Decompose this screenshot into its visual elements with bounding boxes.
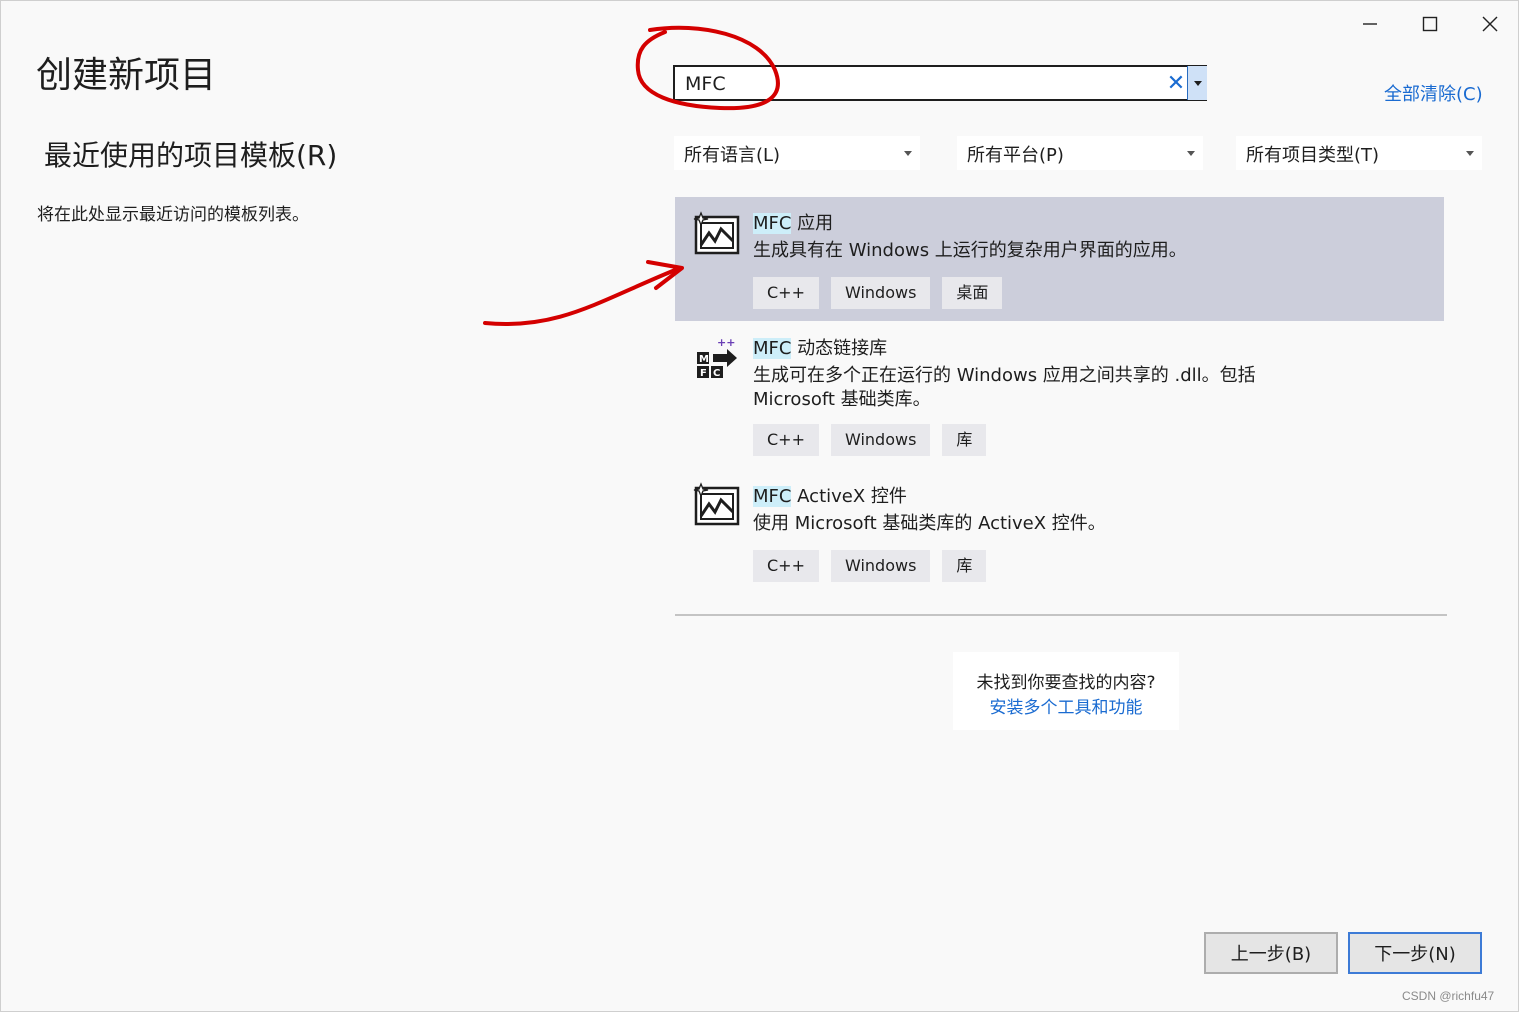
- chevron-down-icon: [1193, 80, 1202, 86]
- template-item-mfc-activex[interactable]: MFC ActiveX 控件 使用 Microsoft 基础类库的 Active…: [675, 470, 1444, 590]
- svg-text:++: ++: [717, 336, 735, 349]
- chevron-down-icon: [904, 151, 912, 156]
- language-filter-label: 所有语言(L): [684, 145, 781, 166]
- close-button[interactable]: [1470, 8, 1510, 40]
- search-match-highlight: MFC: [753, 486, 792, 507]
- template-name: MFC ActiveX 控件: [753, 482, 907, 508]
- tag-language: C++: [753, 277, 819, 309]
- search-clear-icon[interactable]: ✕: [1166, 72, 1186, 96]
- install-tools-link[interactable]: 安装多个工具和功能: [953, 693, 1179, 718]
- close-icon: [1482, 16, 1498, 32]
- tag-platform: Windows: [830, 277, 931, 309]
- svg-text:F: F: [700, 368, 707, 379]
- results-divider: [675, 614, 1447, 616]
- back-button[interactable]: 上一步(B): [1204, 932, 1338, 974]
- tag-platform: Windows: [830, 550, 931, 582]
- template-item-mfc-dll[interactable]: ++ M F C MFC 动态链接库 生成可在多个正在运行的 Windows 应…: [675, 322, 1444, 466]
- svg-text:M: M: [699, 354, 709, 365]
- page-title: 创建新项目: [36, 55, 217, 96]
- template-description: 生成具有在 Windows 上运行的复杂用户界面的应用。: [753, 240, 1187, 261]
- tag-project-type: 桌面: [942, 277, 1003, 309]
- chevron-down-icon: [1187, 151, 1195, 156]
- recent-templates-heading: 最近使用的项目模板(R): [44, 139, 338, 172]
- tag-language: C++: [753, 424, 819, 456]
- template-name: MFC 动态链接库: [753, 334, 887, 360]
- tag-platform: Windows: [830, 424, 931, 456]
- annotation-arrow: [483, 266, 682, 326]
- template-description: 使用 Microsoft 基础类库的 ActiveX 控件。: [753, 513, 1106, 534]
- template-description: 生成可在多个正在运行的 Windows 应用之间共享的 .dll。包括 Micr…: [753, 365, 1256, 410]
- tag-language: C++: [753, 550, 819, 582]
- next-button[interactable]: 下一步(N): [1348, 932, 1482, 974]
- mfc-dll-icon: ++ M F C: [697, 336, 737, 379]
- search-input[interactable]: [685, 71, 1155, 97]
- not-found-question: 未找到你要查找的内容?: [976, 673, 1156, 693]
- minimize-icon: [1363, 23, 1377, 25]
- tag-project-type: 库: [942, 550, 987, 582]
- chevron-down-icon: [1466, 151, 1474, 156]
- tag-project-type: 库: [942, 424, 987, 456]
- not-found-panel: 未找到你要查找的内容? 安装多个工具和功能: [953, 652, 1179, 730]
- svg-text:C: C: [713, 368, 720, 379]
- mfc-activex-icon: [693, 482, 740, 526]
- search-history-dropdown[interactable]: [1187, 66, 1207, 100]
- template-name-rest: ActiveX 控件: [791, 486, 907, 507]
- template-name: MFC 应用: [753, 209, 833, 235]
- project-type-filter[interactable]: 所有项目类型(T): [1236, 136, 1482, 170]
- maximize-icon: [1422, 16, 1438, 32]
- clear-all-link[interactable]: 全部清除(C): [1384, 80, 1483, 106]
- template-item-mfc-app[interactable]: MFC 应用 生成具有在 Windows 上运行的复杂用户界面的应用。 C++ …: [675, 197, 1444, 321]
- maximize-button[interactable]: [1410, 8, 1450, 40]
- platform-filter-label: 所有平台(P): [967, 145, 1064, 166]
- mfc-app-icon: [693, 211, 740, 255]
- project-type-filter-label: 所有项目类型(T): [1246, 145, 1380, 166]
- language-filter[interactable]: 所有语言(L): [674, 136, 920, 170]
- template-name-rest: 应用: [791, 213, 834, 234]
- template-name-rest: 动态链接库: [791, 338, 888, 359]
- search-match-highlight: MFC: [753, 213, 792, 234]
- platform-filter[interactable]: 所有平台(P): [957, 136, 1203, 170]
- minimize-button[interactable]: [1350, 8, 1390, 40]
- search-match-highlight: MFC: [753, 338, 792, 359]
- search-box[interactable]: [673, 65, 1207, 101]
- recent-templates-empty-text: 将在此处显示最近访问的模板列表。: [37, 205, 309, 225]
- watermark: CSDN @richfu47: [1402, 989, 1495, 1003]
